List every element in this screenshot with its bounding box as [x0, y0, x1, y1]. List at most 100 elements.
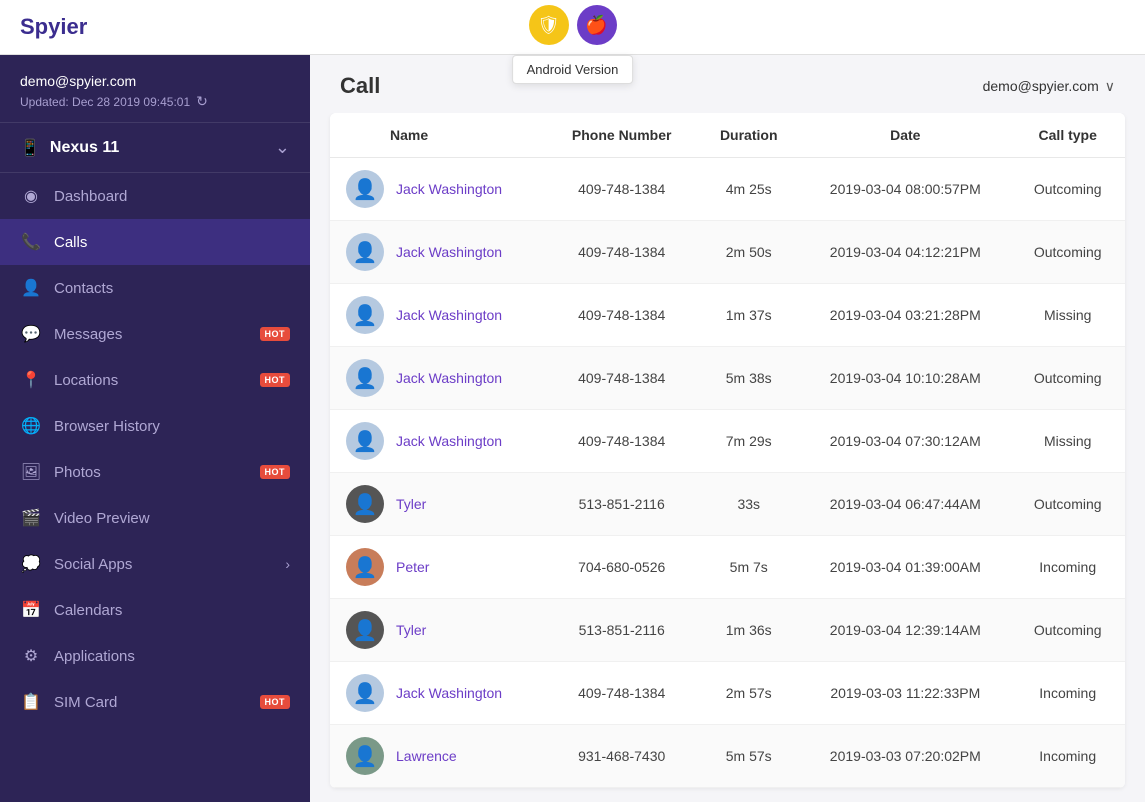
sidebar-item-dashboard[interactable]: ◉Dashboard [0, 173, 310, 219]
contact-name: Tyler [396, 622, 426, 638]
cell-duration: 5m 38s [697, 347, 800, 410]
sidebar: demo@spyier.com Updated: Dec 28 2019 09:… [0, 55, 310, 802]
contact-name: Jack Washington [396, 370, 502, 386]
calendars-icon: 📅 [20, 600, 42, 620]
cell-phone: 409-748-1384 [546, 221, 697, 284]
sidebar-item-photos[interactable]: 🖼PhotosHOT [0, 449, 310, 495]
cell-name: 👤 Jack Washington [330, 284, 546, 347]
avatar: 👤 [346, 170, 384, 208]
table-row: 👤Lawrence931-468-74305m 57s2019-03-03 07… [330, 725, 1125, 788]
avatar: 👤 [346, 296, 384, 334]
cell-calltype: Outcoming [1010, 473, 1125, 536]
sidebar-item-label-photos: Photos [54, 464, 254, 481]
sidebar-item-calls[interactable]: 📞Calls [0, 219, 310, 265]
cell-duration: 2m 50s [697, 221, 800, 284]
avatar: 👤 [346, 674, 384, 712]
cell-calltype: Incoming [1010, 536, 1125, 599]
sidebar-item-label-messages: Messages [54, 326, 254, 343]
contact-name: Jack Washington [396, 685, 502, 701]
sidebar-item-sim-card[interactable]: 📋SIM CardHOT [0, 679, 310, 725]
sidebar-item-label-dashboard: Dashboard [54, 188, 290, 205]
avatar: 👤 [346, 422, 384, 460]
app-header: Spyier 🛡 🍎 Android Version [0, 0, 1145, 55]
col-calltype: Call type [1010, 113, 1125, 158]
hot-badge-sim-card: HOT [260, 695, 291, 709]
sidebar-item-messages[interactable]: 💬 Messages HOT [0, 311, 310, 357]
sidebar-item-label-video-preview: Video Preview [54, 510, 290, 527]
cell-duration: 2m 57s [697, 662, 800, 725]
user-menu-chevron-icon: ∨ [1105, 78, 1115, 95]
cell-calltype: Outcoming [1010, 347, 1125, 410]
sidebar-email: demo@spyier.com [20, 73, 290, 89]
table-header-row: Name Phone Number Duration Date Call typ… [330, 113, 1125, 158]
cell-duration: 1m 37s [697, 284, 800, 347]
sidebar-item-label-social-apps: Social Apps [54, 556, 285, 573]
calls-table: Name Phone Number Duration Date Call typ… [330, 113, 1125, 788]
avatar: 👤 [346, 359, 384, 397]
sidebar-item-browser-history[interactable]: 🌐 Browser History [0, 403, 310, 449]
avatar: 👤 [346, 233, 384, 271]
user-menu[interactable]: demo@spyier.com ∨ [983, 78, 1115, 95]
cell-name: 👤 Jack Washington [330, 662, 546, 725]
main-layout: demo@spyier.com Updated: Dec 28 2019 09:… [0, 55, 1145, 802]
android-tooltip: Android Version [512, 55, 634, 84]
sidebar-nav: ◉Dashboard📞Calls👤Contacts 💬 Messages HOT 📍Lo… [0, 173, 310, 725]
cell-date: 2019-03-04 04:12:21PM [800, 221, 1010, 284]
avatar: 👤 [346, 485, 384, 523]
cell-calltype: Incoming [1010, 662, 1125, 725]
calls-icon: 📞 [20, 232, 42, 252]
main-content: Call demo@spyier.com ∨ Name Phone Number… [310, 55, 1145, 802]
android-icon[interactable]: 🛡 [529, 5, 569, 45]
sidebar-item-contacts[interactable]: 👤Contacts [0, 265, 310, 311]
cell-name: 👤 Jack Washington [330, 347, 546, 410]
cell-calltype: Incoming [1010, 725, 1125, 788]
contact-name: Jack Washington [396, 433, 502, 449]
hot-badge-photos: HOT [260, 465, 291, 479]
device-selector[interactable]: 📱 Nexus 11 ⌄ [0, 123, 310, 173]
browser-icon: 🌐 [20, 416, 42, 436]
avatar: 👤 [346, 737, 384, 775]
cell-name: 👤 Jack Washington [330, 158, 546, 221]
cell-calltype: Outcoming [1010, 221, 1125, 284]
sidebar-item-label-calendars: Calendars [54, 602, 290, 619]
table-row: 👤Jack Washington409-748-13841m 37s2019-0… [330, 284, 1125, 347]
sim-icon: 📋 [20, 692, 42, 712]
apple-icon[interactable]: 🍎 [577, 5, 617, 45]
cell-date: 2019-03-04 10:10:28AM [800, 347, 1010, 410]
sidebar-item-label-contacts: Contacts [54, 280, 290, 297]
sidebar-item-locations[interactable]: 📍LocationsHOT [0, 357, 310, 403]
cell-date: 2019-03-04 01:39:00AM [800, 536, 1010, 599]
cell-date: 2019-03-04 07:30:12AM [800, 410, 1010, 473]
contact-name: Tyler [396, 496, 426, 512]
table-row: 👤Peter704-680-05265m 7s2019-03-04 01:39:… [330, 536, 1125, 599]
messages-icon: 💬 [20, 324, 42, 344]
sidebar-item-label-browser-history: Browser History [54, 418, 290, 435]
avatar: 👤 [346, 548, 384, 586]
table-row: 👤Jack Washington409-748-13842m 57s2019-0… [330, 662, 1125, 725]
user-menu-email: demo@spyier.com [983, 78, 1099, 94]
contact-name: Jack Washington [396, 244, 502, 260]
col-date: Date [800, 113, 1010, 158]
locations-icon: 📍 [20, 370, 42, 390]
apps-icon: ⚙ [20, 646, 42, 666]
contact-name: Jack Washington [396, 181, 502, 197]
page-title: Call [340, 73, 380, 99]
content-header: Call demo@spyier.com ∨ [310, 55, 1145, 113]
cell-duration: 5m 57s [697, 725, 800, 788]
sidebar-item-calendars[interactable]: 📅 Calendars [0, 587, 310, 633]
contact-name: Lawrence [396, 748, 457, 764]
sidebar-item-applications[interactable]: ⚙Applications [0, 633, 310, 679]
cell-duration: 33s [697, 473, 800, 536]
sidebar-item-social-apps[interactable]: 💭Social Apps› [0, 541, 310, 587]
cell-phone: 409-748-1384 [546, 410, 697, 473]
contact-name: Jack Washington [396, 307, 502, 323]
cell-date: 2019-03-04 12:39:14AM [800, 599, 1010, 662]
refresh-icon[interactable]: ↻ [196, 93, 208, 110]
video-icon: 🎬 [20, 508, 42, 528]
sidebar-item-video-preview[interactable]: 🎬 Video Preview [0, 495, 310, 541]
cell-phone: 704-680-0526 [546, 536, 697, 599]
col-duration: Duration [697, 113, 800, 158]
hot-badge-messages: HOT [260, 327, 291, 341]
nav-arrow-icon-social-apps: › [285, 556, 290, 572]
table-row: 👤 Jack Washington 409-748-13842m 50s2019-0… [330, 221, 1125, 284]
